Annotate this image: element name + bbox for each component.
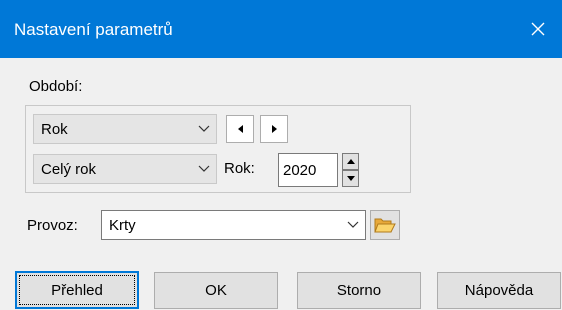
ok-button-label: OK	[205, 282, 227, 299]
focus-rect	[19, 275, 135, 305]
provoz-select[interactable]: Krty	[101, 210, 366, 240]
browse-provoz-button[interactable]	[370, 210, 400, 240]
help-button[interactable]: Nápověda	[437, 272, 561, 309]
chevron-down-icon	[192, 115, 216, 143]
close-button[interactable]	[514, 0, 562, 58]
close-icon	[531, 22, 545, 36]
chevron-down-icon	[341, 211, 365, 239]
year-label: Rok:	[224, 160, 255, 177]
arrow-up-icon	[346, 159, 355, 164]
cancel-button-label: Storno	[336, 282, 382, 299]
period-range-select[interactable]: Celý rok	[33, 154, 217, 184]
next-period-button[interactable]	[260, 115, 288, 143]
period-type-select[interactable]: Rok	[33, 114, 217, 144]
folder-open-icon	[374, 218, 396, 233]
arrow-down-icon	[346, 176, 355, 181]
arrow-left-icon	[237, 125, 243, 133]
year-up-button[interactable]	[342, 153, 359, 170]
dialog-title: Nastavení parametrů	[14, 20, 173, 39]
period-label: Období:	[29, 78, 83, 95]
provoz-value: Krty	[109, 216, 136, 234]
title-bar: Nastavení parametrů	[0, 0, 562, 58]
cancel-button[interactable]: Storno	[297, 272, 421, 309]
arrow-right-icon	[271, 125, 277, 133]
year-spinner	[342, 153, 359, 187]
year-value: 2020	[283, 161, 317, 179]
dialog-window: Nastavení parametrů Období: Rok Celý rok…	[0, 0, 562, 310]
provoz-label: Provoz:	[27, 217, 78, 234]
chevron-down-icon	[192, 155, 216, 183]
period-type-value: Rok	[41, 120, 68, 138]
overview-button[interactable]: Přehled	[15, 271, 139, 309]
period-range-value: Celý rok	[41, 160, 97, 178]
ok-button[interactable]: OK	[154, 272, 278, 309]
help-button-label: Nápověda	[464, 282, 534, 299]
year-down-button[interactable]	[342, 170, 359, 187]
previous-period-button[interactable]	[226, 115, 254, 143]
year-input[interactable]: 2020	[278, 153, 338, 187]
